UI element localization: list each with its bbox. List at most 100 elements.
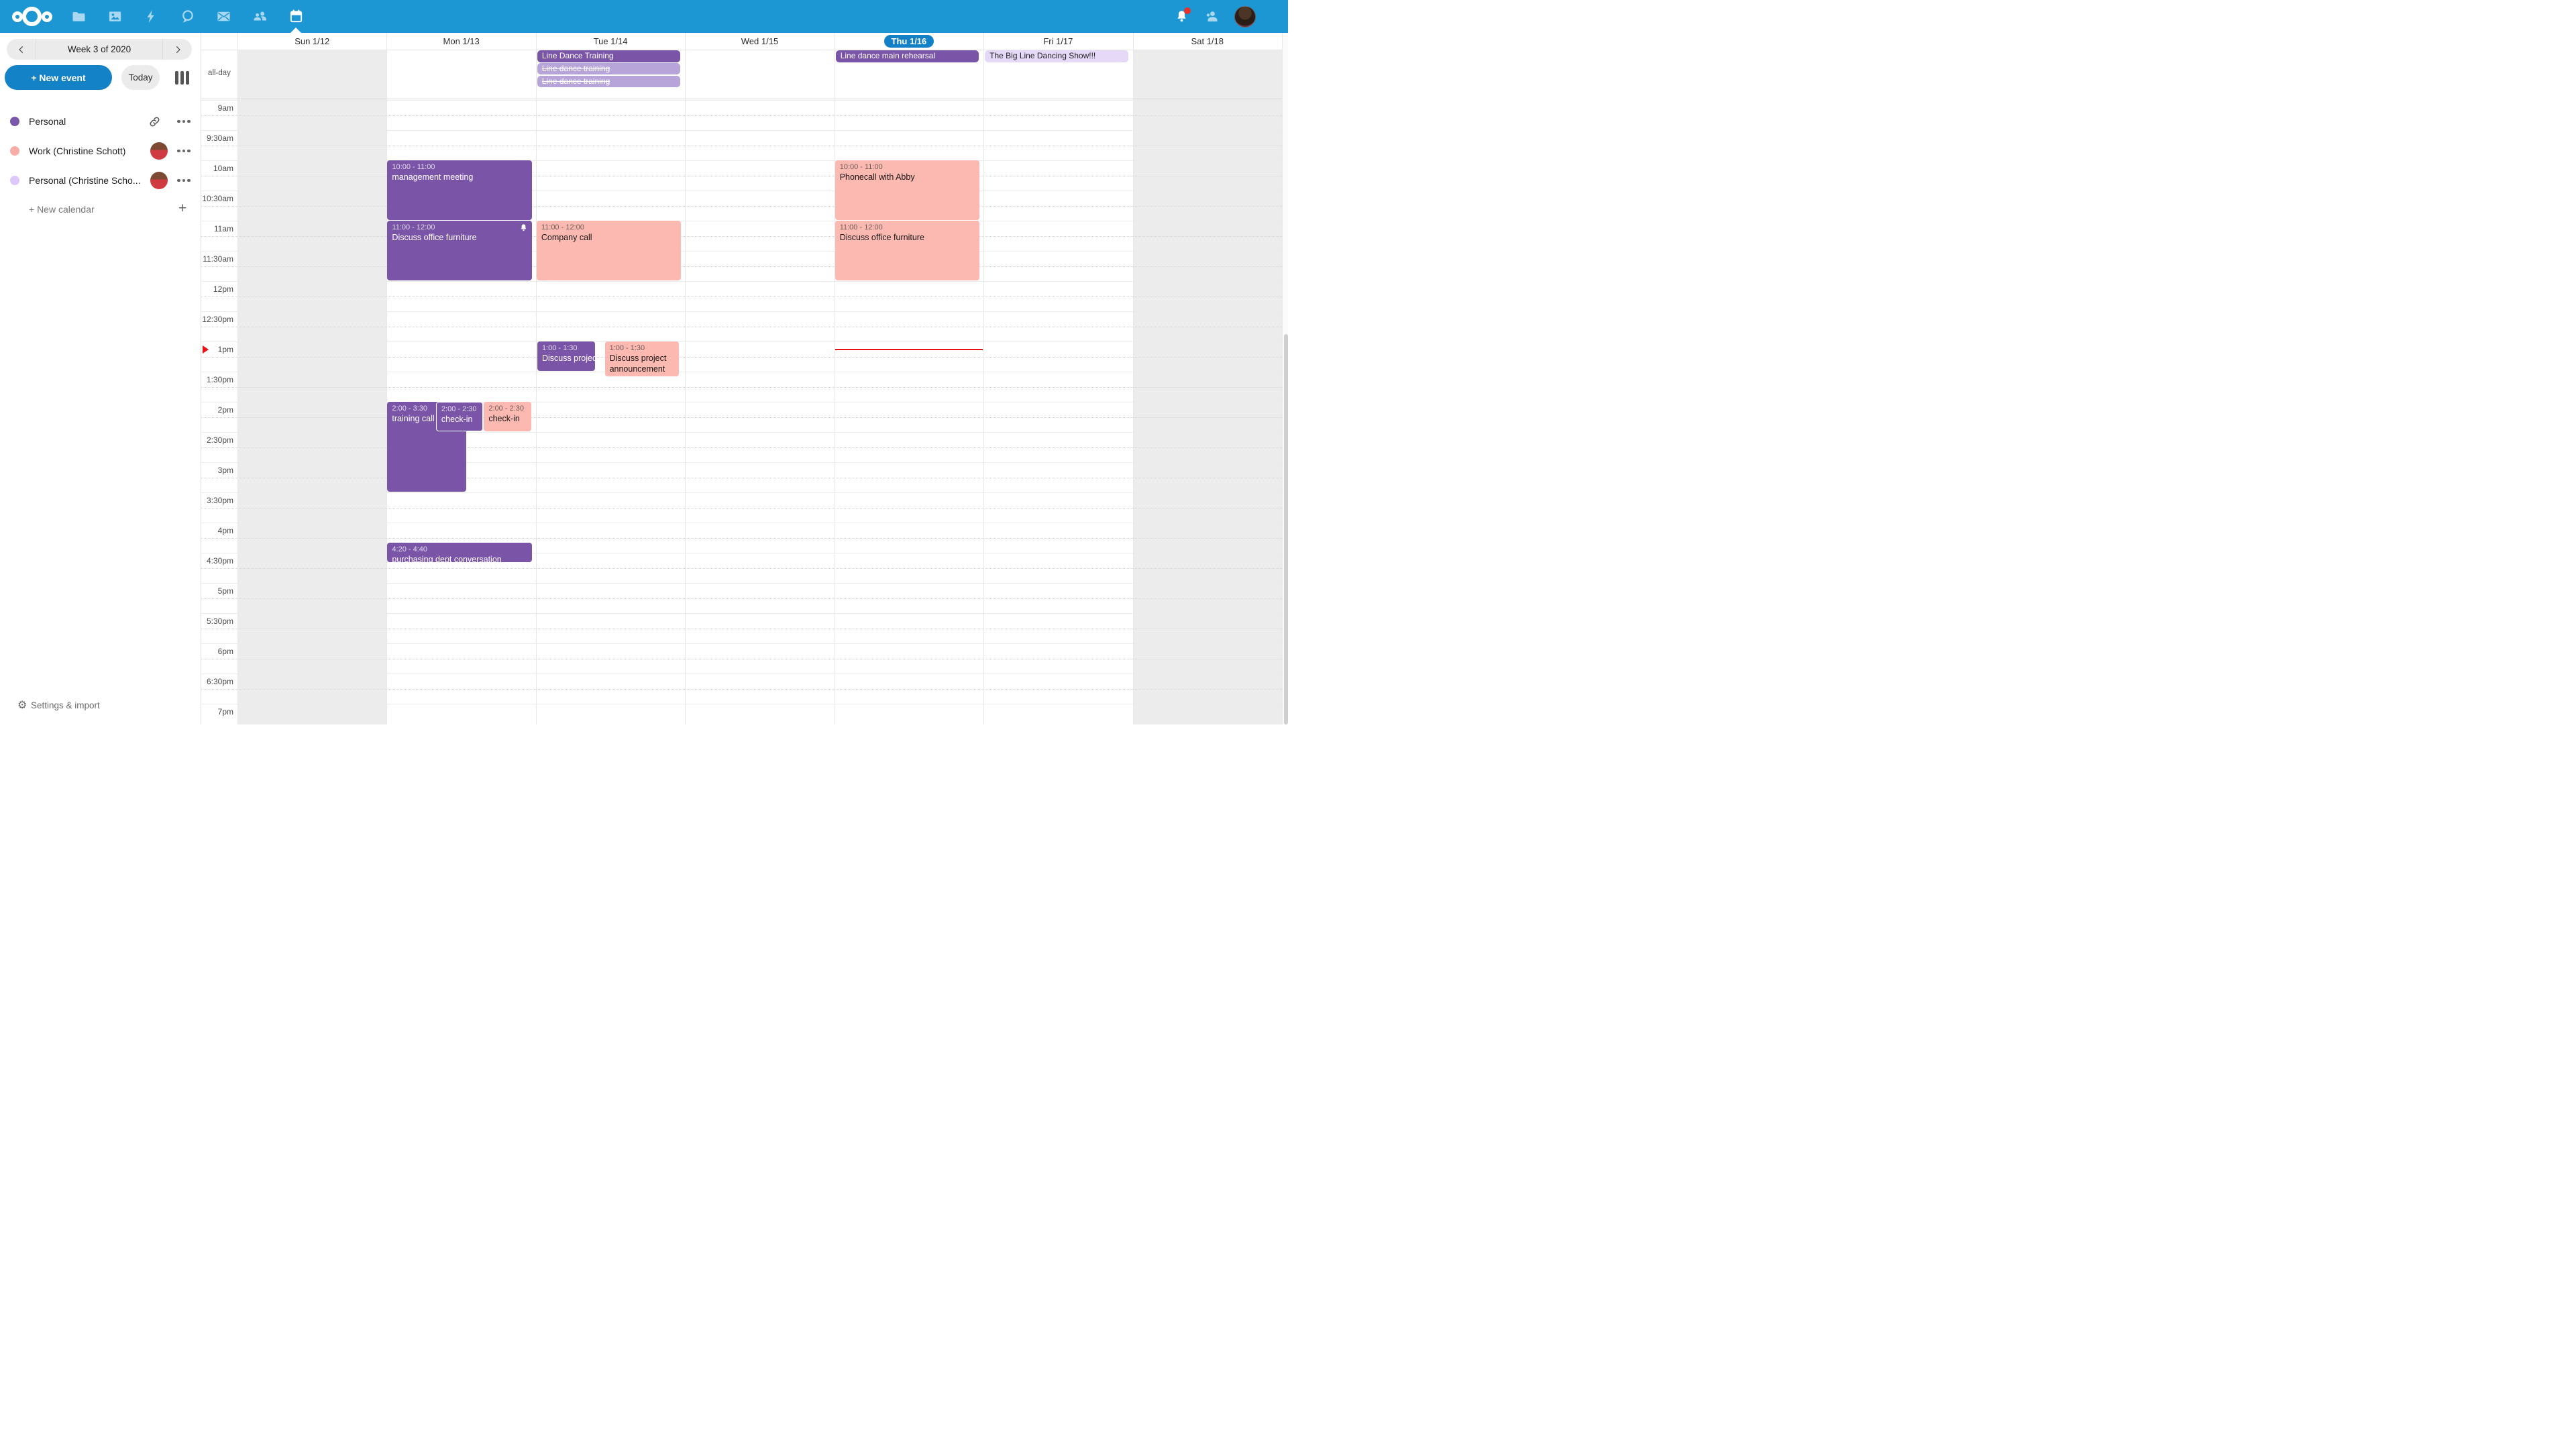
event-title: Discuss project announcement <box>610 353 674 374</box>
grid-line-solid <box>201 643 1282 644</box>
event-chip[interactable]: 4:20 - 4:40purchasing dept conversation <box>387 543 531 562</box>
settings-and-import[interactable]: ⚙ Settings & import <box>0 696 201 716</box>
calendar-list: Personal Work (Christine Schott) Personal… <box>0 107 201 225</box>
grid-line-dotted <box>201 538 1282 539</box>
event-chip[interactable]: 11:00 - 12:00Discuss office furniture <box>387 221 531 280</box>
time-axis-label: 11:30am <box>201 254 233 264</box>
grid-line-solid <box>201 613 1282 614</box>
day-header-tue[interactable]: Tue 1/14 <box>536 33 685 49</box>
grid-line-dotted <box>201 236 1282 237</box>
day-header-sat[interactable]: Sat 1/18 <box>1133 33 1282 49</box>
app-menu <box>60 0 314 33</box>
all-day-event-chip[interactable]: Line Dance Training <box>537 50 680 62</box>
event-chip[interactable]: 2:00 - 2:30check-in <box>436 402 483 431</box>
time-axis-label: 1:30pm <box>201 375 233 384</box>
scrollbar-thumb[interactable] <box>1284 334 1288 724</box>
folder-icon[interactable] <box>60 0 97 33</box>
calendar-list-item[interactable]: Work (Christine Schott) <box>0 136 201 166</box>
user-avatar[interactable] <box>1234 6 1256 28</box>
column-border <box>685 33 686 724</box>
day-header-sun[interactable]: Sun 1/12 <box>237 33 386 49</box>
event-title: check-in <box>441 414 478 425</box>
event-chip[interactable]: 11:00 - 12:00Company call <box>537 221 681 280</box>
talk-bubble-icon[interactable] <box>169 0 205 33</box>
grid-line-dotted <box>201 266 1282 267</box>
time-axis-label: 11am <box>201 224 233 233</box>
photos-icon[interactable] <box>97 0 133 33</box>
grid-line-solid <box>201 462 1282 463</box>
event-time: 1:00 - 1:30 <box>610 343 674 353</box>
nextcloud-logo-icon[interactable] <box>12 7 52 26</box>
calendar-list-item[interactable]: Personal <box>0 107 201 136</box>
grid-line-solid <box>201 160 1282 161</box>
all-day-event-chip[interactable]: Line dance training <box>537 76 680 88</box>
shared-by-avatar <box>150 142 168 160</box>
event-title: Company call <box>541 232 676 243</box>
previous-week-button[interactable] <box>7 39 36 60</box>
column-border <box>1133 33 1134 724</box>
day-header-thu[interactable]: Thu 1/16 <box>835 33 983 49</box>
calendar-name: Work (Christine Schott) <box>29 146 125 156</box>
today-button[interactable]: Today <box>121 65 160 90</box>
envelope-icon[interactable] <box>205 0 241 33</box>
event-title: Phonecall with Abby <box>840 172 975 182</box>
next-week-button[interactable] <box>162 39 192 60</box>
grid-line-solid <box>201 130 1282 131</box>
all-day-event-chip[interactable]: Line dance training <box>537 63 680 75</box>
new-event-button[interactable]: + New event <box>5 65 112 90</box>
calendar-actions-menu-icon[interactable] <box>177 150 191 153</box>
time-axis-label: 7pm <box>201 707 233 716</box>
grid-line-dotted <box>201 417 1282 418</box>
time-axis-label: 5:30pm <box>201 616 233 626</box>
event-chip[interactable]: 10:00 - 11:00management meeting <box>387 160 531 220</box>
column-border <box>386 33 387 724</box>
grid-line-solid <box>201 341 1282 342</box>
all-day-event-chip[interactable]: Line dance main rehearsal <box>836 50 979 62</box>
share-link-icon[interactable] <box>149 116 160 127</box>
plus-icon: + <box>178 201 186 217</box>
calendar-color-dot[interactable] <box>10 176 19 185</box>
week-label[interactable]: Week 3 of 2020 <box>36 44 162 54</box>
reminder-bell-icon <box>519 223 528 232</box>
grid-line-solid <box>201 583 1282 584</box>
shared-by-avatar <box>150 172 168 189</box>
calendar-actions-menu-icon[interactable] <box>177 179 191 182</box>
current-time-marker-icon <box>203 345 209 354</box>
event-title: management meeting <box>392 172 527 182</box>
time-axis-label: 4pm <box>201 526 233 535</box>
event-title: purchasing dept conversation <box>392 554 527 562</box>
active-app-pointer <box>290 28 301 33</box>
day-header-fri[interactable]: Fri 1/17 <box>983 33 1132 49</box>
new-calendar-label: + New calendar <box>29 204 95 215</box>
people-icon[interactable] <box>241 0 278 33</box>
lightning-icon[interactable] <box>133 0 169 33</box>
event-chip[interactable]: 2:00 - 2:30check-in <box>484 402 531 431</box>
calendar-list-item[interactable]: Personal (Christine Scho... <box>0 166 201 195</box>
event-title: Discuss project announcement <box>542 353 590 364</box>
all-day-event-chip[interactable]: The Big Line Dancing Show!!! <box>985 50 1128 62</box>
calendar-icon[interactable] <box>278 0 314 33</box>
settings-label: Settings & import <box>31 700 100 710</box>
new-calendar-button[interactable]: + New calendar + <box>0 195 201 225</box>
event-chip[interactable]: 1:00 - 1:30Discuss project announcement <box>605 341 679 376</box>
event-chip[interactable]: 1:00 - 1:30Discuss project announcement <box>537 341 595 371</box>
topbar-right-controls <box>1175 0 1256 33</box>
time-axis-label: 3:30pm <box>201 496 233 505</box>
notifications-bell-icon[interactable] <box>1175 9 1189 23</box>
event-chip[interactable]: 11:00 - 12:00Discuss office furniture <box>835 221 979 280</box>
week-navigation: Week 3 of 2020 <box>7 39 192 60</box>
grid-line-dotted <box>201 206 1282 207</box>
vertical-scrollbar[interactable] <box>1282 33 1288 724</box>
day-header-wed[interactable]: Wed 1/15 <box>685 33 834 49</box>
day-header-mon[interactable]: Mon 1/13 <box>386 33 535 49</box>
calendar-color-dot[interactable] <box>10 146 19 156</box>
time-axis-label: 3pm <box>201 466 233 475</box>
week-view-toggle-icon[interactable] <box>175 71 189 85</box>
contacts-menu-icon[interactable] <box>1203 9 1220 25</box>
grid-line-solid <box>201 251 1282 252</box>
calendar-actions-menu-icon[interactable] <box>177 120 191 123</box>
calendar-color-dot[interactable] <box>10 117 19 126</box>
column-border <box>237 33 238 724</box>
time-axis-label: 9am <box>201 103 233 113</box>
event-chip[interactable]: 10:00 - 11:00Phonecall with Abby <box>835 160 979 220</box>
